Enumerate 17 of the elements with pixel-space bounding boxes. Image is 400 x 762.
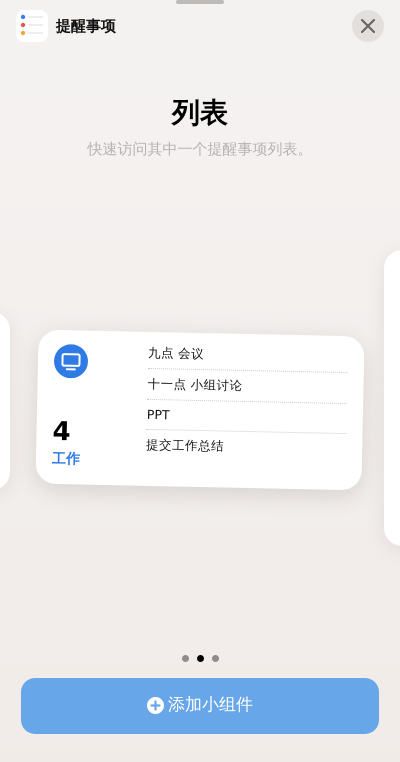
close-button[interactable] xyxy=(352,10,384,42)
reminder-item[interactable]: PPT xyxy=(146,398,348,434)
reminder-count: 4 xyxy=(52,418,72,446)
widget-card[interactable]: 4 工作 九点 会议 十一点 小组讨论 PPT 提交工作总结 xyxy=(35,329,365,490)
section-subtitle: 快速访问其中一个提醒事项列表。 xyxy=(86,139,314,160)
app-title: 提醒事项 xyxy=(56,16,116,37)
plus-icon xyxy=(147,697,164,714)
page-dot[interactable] xyxy=(212,654,218,662)
page-dot[interactable] xyxy=(182,654,188,662)
section-title: 列表 xyxy=(170,95,229,131)
close-icon xyxy=(361,19,375,33)
page-dot[interactable] xyxy=(196,654,204,662)
reminder-item[interactable]: 十一点 小组讨论 xyxy=(147,368,348,404)
monitor-icon xyxy=(54,343,88,378)
reminder-item[interactable]: 九点 会议 xyxy=(148,337,348,372)
list-name: 工作 xyxy=(52,449,82,469)
grabber-handle[interactable] xyxy=(176,0,224,4)
